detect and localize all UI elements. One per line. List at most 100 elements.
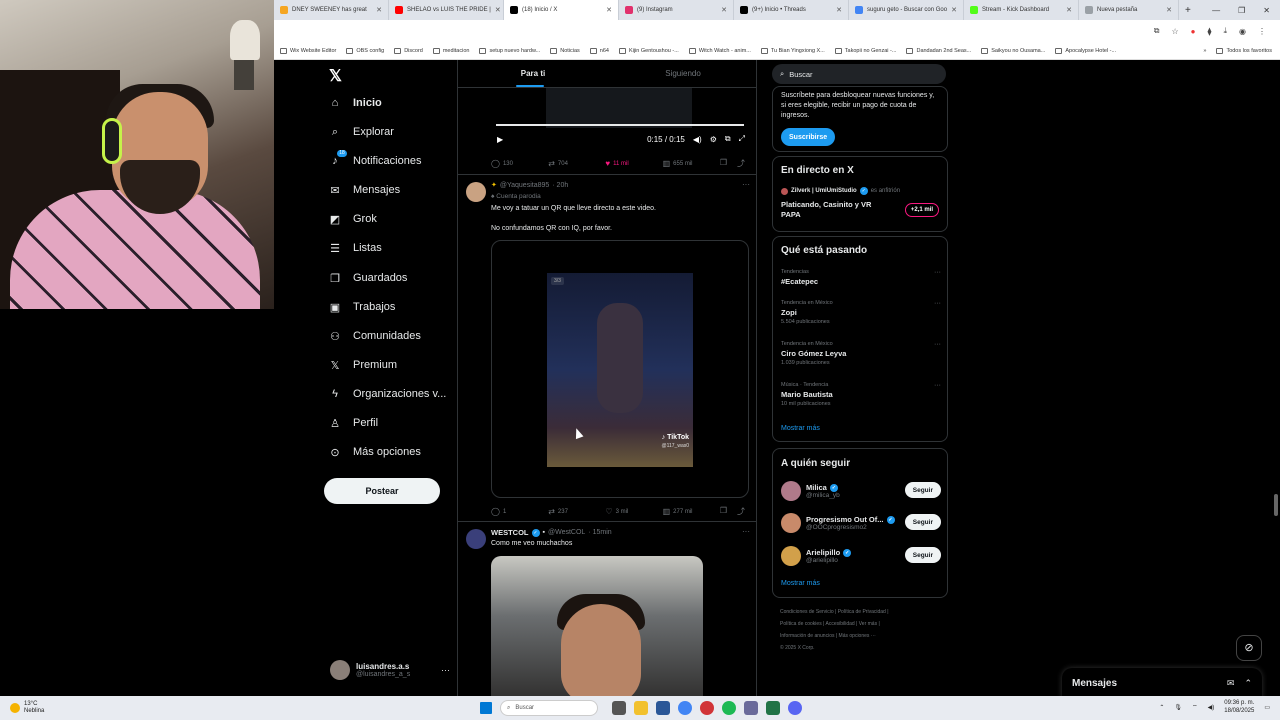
close-window-icon[interactable]: ✕ (1263, 6, 1270, 15)
close-icon[interactable]: ✕ (721, 6, 727, 14)
chrome-icon[interactable] (678, 701, 692, 715)
x-logo-icon[interactable]: 𝕏 (329, 66, 342, 86)
windows-start-icon[interactable] (480, 702, 492, 714)
trend-item[interactable]: Tendencia en México Ciro Gómez Leyva 1.0… (781, 341, 941, 366)
repost-button[interactable]: ⇄ 704 (548, 159, 605, 168)
more-dots-icon[interactable]: ··· (441, 665, 450, 675)
bookmark[interactable]: setup nuevo hardw... (479, 47, 540, 54)
puzzle-icon[interactable]: ⧫ (1208, 27, 1212, 36)
browser-tab[interactable]: Nueva pestaña ✕ (1079, 0, 1179, 20)
messages-drawer[interactable]: Mensajes ✉ ⌃ (1062, 668, 1262, 698)
more-dots-icon[interactable]: ··· (934, 382, 941, 389)
task-view-icon[interactable] (612, 701, 626, 715)
install-icon[interactable]: ⧉ (1154, 26, 1160, 36)
close-icon[interactable]: ✕ (1066, 6, 1072, 14)
live-listener-count[interactable]: +2,1 mil (904, 203, 939, 217)
scrollbar[interactable] (1274, 494, 1278, 516)
microphone-icon[interactable]: 🎙 (1174, 704, 1182, 711)
extension-icon[interactable]: ● (1191, 27, 1196, 36)
bookmark[interactable]: Wix Website Editor (280, 47, 336, 54)
trends-show-more[interactable]: Mostrar más (781, 425, 820, 432)
nav-item-premium[interactable]: 𝕏 Premium (329, 359, 397, 372)
bookmark[interactable]: Discord (394, 47, 423, 54)
discord-icon[interactable] (788, 701, 802, 715)
more-dots-icon[interactable]: ··· (934, 341, 941, 348)
bookmark[interactable]: OBS config (346, 47, 384, 54)
follow-suggestion[interactable]: Progresismo Out Of... ✓ @OOCprogresismo2 S… (781, 513, 941, 533)
bookmark-icon[interactable]: ❒ (720, 506, 727, 517)
bookmark[interactable]: Kijin Gentoushou -... (618, 47, 679, 54)
more-dots-icon[interactable]: ··· (934, 300, 941, 307)
browser-tab[interactable]: (9+) Inicio • Threads ✕ (734, 0, 849, 20)
fullscreen-icon[interactable]: ⤢ (739, 134, 745, 144)
bookmark[interactable]: meditacion (432, 47, 469, 54)
post-button[interactable]: Postear (324, 478, 440, 504)
nav-item-organizations[interactable]: ϟ Organizaciones v... (329, 388, 446, 400)
star-icon[interactable]: ☆ (1172, 27, 1179, 36)
bookmark[interactable]: Saikyou no Ousama... (981, 47, 1045, 54)
compose-message-icon[interactable]: ✉ (1227, 678, 1235, 689)
avatar[interactable] (781, 546, 801, 566)
like-button[interactable]: ♡ 3 mil (605, 507, 662, 516)
nav-item-home[interactable]: ⌂ Inicio (329, 97, 382, 109)
share-icon[interactable]: ⤴ (737, 506, 745, 517)
volume-icon[interactable]: ◀) (1208, 704, 1215, 711)
search-input[interactable]: ⌕ Buscar (772, 64, 946, 84)
share-icon[interactable]: ⤴ (737, 158, 745, 169)
maximize-icon[interactable]: ❐ (1238, 6, 1245, 15)
close-icon[interactable]: ✕ (606, 6, 612, 14)
bookmark[interactable]: Witch Watch - anim... (688, 47, 751, 54)
post-image[interactable] (491, 556, 703, 696)
avatar[interactable] (466, 529, 486, 549)
new-tab-icon[interactable]: + (1179, 5, 1191, 16)
video-player[interactable]: ▶ 0:15 / 0:15 ◀) ⚙ ⧉ ⤢ (491, 88, 749, 150)
app-icon[interactable] (744, 701, 758, 715)
file-explorer-icon[interactable] (634, 701, 648, 715)
play-icon[interactable]: ▶ (497, 135, 503, 144)
close-icon[interactable]: ✕ (951, 6, 957, 14)
footer-line[interactable]: Política de cookies | Accesibilidad | Ve… (780, 618, 950, 630)
notifications-icon[interactable]: ▭ (1264, 704, 1270, 711)
nav-item-more-options[interactable]: ⊙ Más opciones (329, 446, 420, 459)
close-icon[interactable]: ✕ (495, 6, 501, 14)
follow-button[interactable]: Seguir (904, 514, 941, 530)
nav-item-jobs[interactable]: ▣ Trabajos (329, 301, 396, 314)
video-progress-bar[interactable] (496, 124, 744, 126)
nav-item-profile[interactable]: ♙ Perfil (329, 417, 378, 430)
post-author[interactable]: WESTCOL (491, 528, 529, 537)
live-stream-title[interactable]: Platicando, Casinito y VR PAPA (781, 200, 891, 220)
trend-item[interactable]: Tendencias #Ecatepec ··· (781, 269, 941, 286)
follow-suggestion[interactable]: Milica ✓ @milica_yb Seguir (781, 481, 941, 501)
trend-item[interactable]: Tendencia en México Zopi 5.504 publicaci… (781, 300, 941, 325)
follow-button[interactable]: Seguir (904, 482, 941, 498)
bookmark[interactable]: Noticias (550, 47, 580, 54)
bookmark[interactable]: Dandadan 2nd Seas... (906, 47, 971, 54)
browser-tab[interactable]: (9) Instagram ✕ (619, 0, 734, 20)
views-button[interactable]: ▥ 655 mil (663, 159, 720, 168)
avatar[interactable] (781, 481, 801, 501)
taskbar-search[interactable]: ⌕ Buscar (500, 700, 598, 716)
bookmarks-overflow-icon[interactable]: » (1203, 48, 1206, 54)
live-host[interactable]: Zilverk | UmiUmiStudio ✓ es anfitrión (781, 187, 900, 195)
nav-item-notifications[interactable]: ♪ 18 Notificaciones (329, 150, 421, 167)
app-icon[interactable] (700, 701, 714, 715)
reply-button[interactable]: ◯ 130 (491, 159, 548, 168)
expand-up-icon[interactable]: ⌃ (1244, 678, 1252, 689)
subscribe-button[interactable]: Suscribirse (781, 128, 836, 146)
weather-widget[interactable]: 13°C Neblina (0, 701, 200, 715)
chevron-up-icon[interactable]: ⌃ (1159, 704, 1164, 711)
tab-following[interactable]: Siguiendo (608, 60, 756, 87)
nav-item-lists[interactable]: ☰ Listas (329, 242, 382, 255)
post-handle[interactable]: @Yaquesita895 (500, 182, 549, 189)
bookmark[interactable]: Takopii no Genzai -... (834, 47, 896, 54)
nav-item-messages[interactable]: ✉ Mensajes (329, 184, 400, 197)
nav-item-communities[interactable]: ⚇ Comunidades (329, 330, 421, 343)
close-icon[interactable]: ✕ (836, 6, 842, 14)
app-icon[interactable] (656, 701, 670, 715)
avatar[interactable] (781, 513, 801, 533)
footer-line[interactable]: Información de anuncios | Más opciones ·… (780, 630, 950, 642)
nav-item-grok[interactable]: ◩ Grok (329, 213, 377, 226)
avatar[interactable] (466, 182, 486, 202)
pip-icon[interactable]: ⧉ (725, 134, 731, 144)
more-dots-icon[interactable]: ··· (742, 527, 750, 536)
